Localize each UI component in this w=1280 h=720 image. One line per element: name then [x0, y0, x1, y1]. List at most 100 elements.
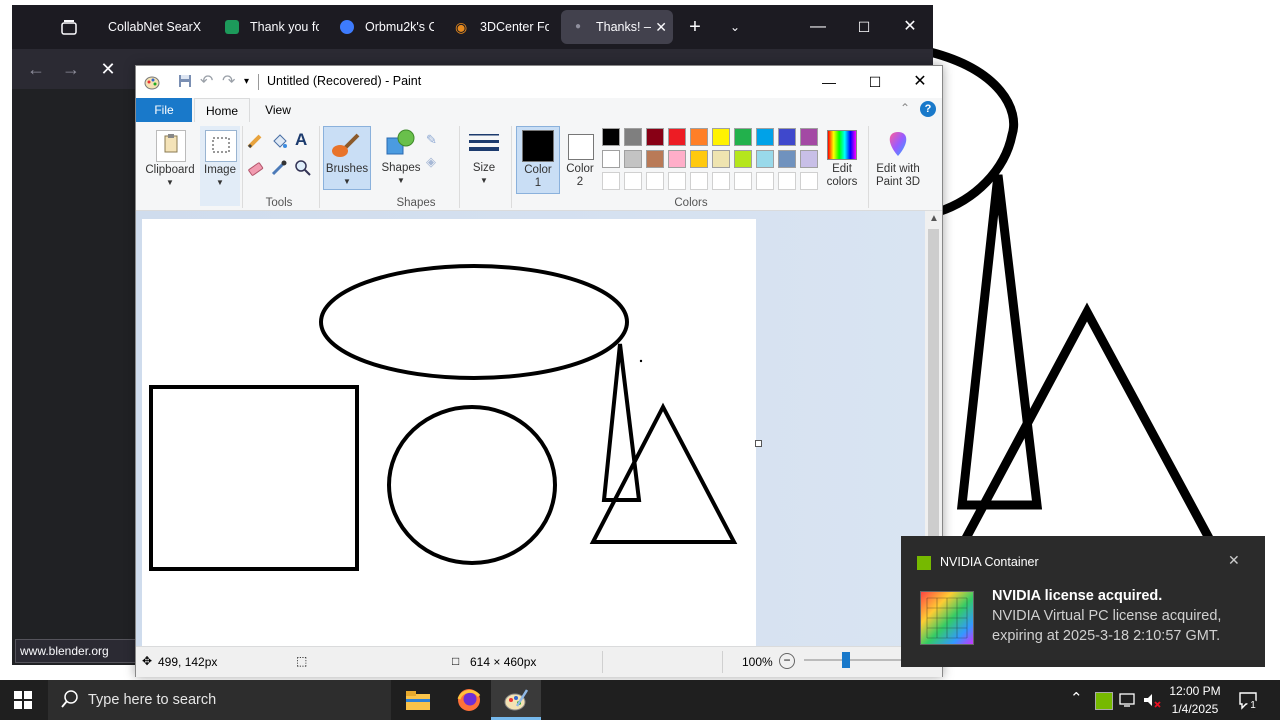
palette-swatch[interactable] — [668, 128, 686, 146]
palette-swatch[interactable] — [800, 150, 818, 168]
tab-file[interactable]: File — [136, 98, 192, 122]
color2-button[interactable]: Color 2 — [560, 126, 600, 192]
edit-colors-button[interactable]: Edit colors — [822, 126, 862, 192]
palette-swatch[interactable] — [800, 128, 818, 146]
volume-muted-icon[interactable] — [1142, 691, 1162, 709]
magnifier-icon[interactable] — [294, 159, 312, 177]
palette-swatch[interactable] — [756, 150, 774, 168]
custom-color-slot[interactable] — [778, 172, 796, 190]
paint-close-button[interactable]: ✕ — [898, 66, 942, 98]
taskbar-search-box[interactable]: Type here to search — [48, 680, 391, 720]
palette-swatch[interactable] — [668, 150, 686, 168]
tab-thank-you[interactable]: Thank you fo — [215, 10, 327, 44]
collapse-ribbon-icon[interactable]: ⌃ — [900, 101, 910, 115]
palette-swatch[interactable] — [734, 150, 752, 168]
custom-color-slot[interactable] — [668, 172, 686, 190]
color-picker-icon[interactable] — [270, 159, 288, 177]
palette-swatch[interactable] — [712, 150, 730, 168]
color1-button[interactable]: Color 1 — [516, 126, 560, 194]
nvidia-logo-icon — [917, 556, 931, 570]
palette-swatch[interactable] — [624, 150, 642, 168]
maximize-button[interactable]: ☐ — [841, 5, 887, 49]
palette-swatch[interactable] — [690, 150, 708, 168]
paint-window-title: Untitled (Recovered) - Paint — [267, 74, 422, 88]
tab-3dcenter[interactable]: ◉ 3DCenter For — [445, 10, 557, 44]
tab-list-icon[interactable] — [60, 18, 78, 36]
clipboard-button[interactable]: Clipboard ▼ — [142, 126, 198, 206]
paint-minimize-button[interactable]: — — [806, 66, 852, 98]
notification-close-icon[interactable]: ✕ — [1228, 552, 1240, 569]
palette-swatch[interactable] — [624, 128, 642, 146]
show-hidden-icons-chevron[interactable]: ⌃ — [1070, 689, 1083, 707]
clock-time[interactable]: 12:00 PM — [1166, 684, 1224, 698]
custom-color-slot[interactable] — [800, 172, 818, 190]
outline-icon[interactable]: ✎ — [426, 132, 437, 148]
custom-color-slot[interactable] — [646, 172, 664, 190]
fill-icon[interactable]: ◈ — [426, 154, 436, 170]
clipboard-icon — [156, 130, 186, 162]
tab-orbmu2k[interactable]: Orbmu2k's C — [330, 10, 442, 44]
custom-color-slot[interactable] — [602, 172, 620, 190]
clock-date[interactable]: 1/4/2025 — [1166, 702, 1224, 716]
tools-group-label: Tools — [265, 197, 293, 209]
image-button[interactable]: Image ▼ — [200, 126, 240, 206]
zoom-slider-thumb[interactable] — [842, 652, 850, 668]
stop-loading-icon[interactable]: ✕ — [96, 57, 120, 81]
shapes-button[interactable]: Shapes ▼ — [376, 126, 426, 188]
network-icon[interactable] — [1118, 691, 1138, 709]
custom-color-slot[interactable] — [690, 172, 708, 190]
edit-with-paint3d-button[interactable]: Edit with Paint 3D — [872, 126, 924, 192]
tab-collabnet[interactable]: CollabNet SearXN — [98, 10, 210, 44]
zoom-out-button[interactable]: − — [779, 653, 795, 669]
paint-status-bar: ✥ 499, 142px ⬚ □ 614 × 460px 100% − — [136, 646, 942, 677]
zoom-slider-track[interactable] — [804, 659, 904, 661]
palette-swatch[interactable] — [646, 150, 664, 168]
drawing-canvas[interactable] — [142, 219, 756, 646]
paint-maximize-button[interactable]: ☐ — [852, 66, 898, 98]
eraser-icon[interactable] — [246, 159, 264, 177]
palette-swatch[interactable] — [778, 128, 796, 146]
palette-swatch[interactable] — [646, 128, 664, 146]
custom-color-slot[interactable] — [624, 172, 642, 190]
scrollbar-thumb[interactable] — [928, 229, 939, 541]
color2-number: 2 — [576, 176, 584, 188]
palette-swatch[interactable] — [734, 128, 752, 146]
paint-taskbar-button[interactable] — [491, 680, 541, 720]
palette-swatch[interactable] — [602, 128, 620, 146]
notification-toast[interactable]: NVIDIA Container ✕ NVIDIA license acquir… — [901, 536, 1265, 667]
close-window-button[interactable]: ✕ — [887, 5, 933, 49]
undo-icon[interactable]: ↶ — [200, 71, 213, 91]
file-explorer-icon[interactable] — [405, 688, 431, 712]
save-icon[interactable] — [178, 74, 192, 88]
quick-access-dropdown-icon[interactable]: ▾ — [244, 76, 249, 87]
custom-color-slot[interactable] — [756, 172, 774, 190]
size-button[interactable]: Size ▼ — [464, 126, 504, 188]
palette-swatch[interactable] — [690, 128, 708, 146]
tab-home[interactable]: Home — [194, 98, 250, 124]
forward-arrow-icon[interactable]: → — [59, 57, 83, 81]
color2-label: Color — [566, 163, 594, 175]
tab-view[interactable]: View — [252, 98, 304, 122]
text-tool-icon[interactable]: A — [295, 130, 307, 150]
custom-color-slot[interactable] — [734, 172, 752, 190]
pencil-icon[interactable] — [246, 132, 264, 150]
tab-thanks-active[interactable]: ● Thanks! — ✕ — [561, 10, 673, 44]
close-tab-icon[interactable]: ✕ — [655, 10, 667, 44]
palette-swatch[interactable] — [602, 150, 620, 168]
scroll-up-arrow-icon[interactable]: ▲ — [929, 213, 939, 224]
palette-swatch[interactable] — [756, 128, 774, 146]
help-icon[interactable]: ? — [920, 101, 936, 117]
firefox-icon[interactable] — [456, 687, 482, 713]
palette-swatch[interactable] — [712, 128, 730, 146]
custom-color-slot[interactable] — [712, 172, 730, 190]
minimize-button[interactable]: — — [795, 5, 841, 49]
canvas-resize-handle[interactable] — [755, 440, 762, 447]
palette-swatch[interactable] — [778, 150, 796, 168]
list-all-tabs-icon[interactable]: ⌄ — [712, 5, 758, 49]
back-arrow-icon[interactable]: ← — [24, 57, 48, 81]
windows-start-icon[interactable] — [14, 691, 32, 709]
fill-bucket-icon[interactable] — [270, 132, 288, 150]
redo-icon[interactable]: ↷ — [222, 71, 235, 91]
brushes-button[interactable]: Brushes ▼ — [323, 126, 371, 190]
nvidia-tray-icon[interactable] — [1095, 692, 1113, 710]
